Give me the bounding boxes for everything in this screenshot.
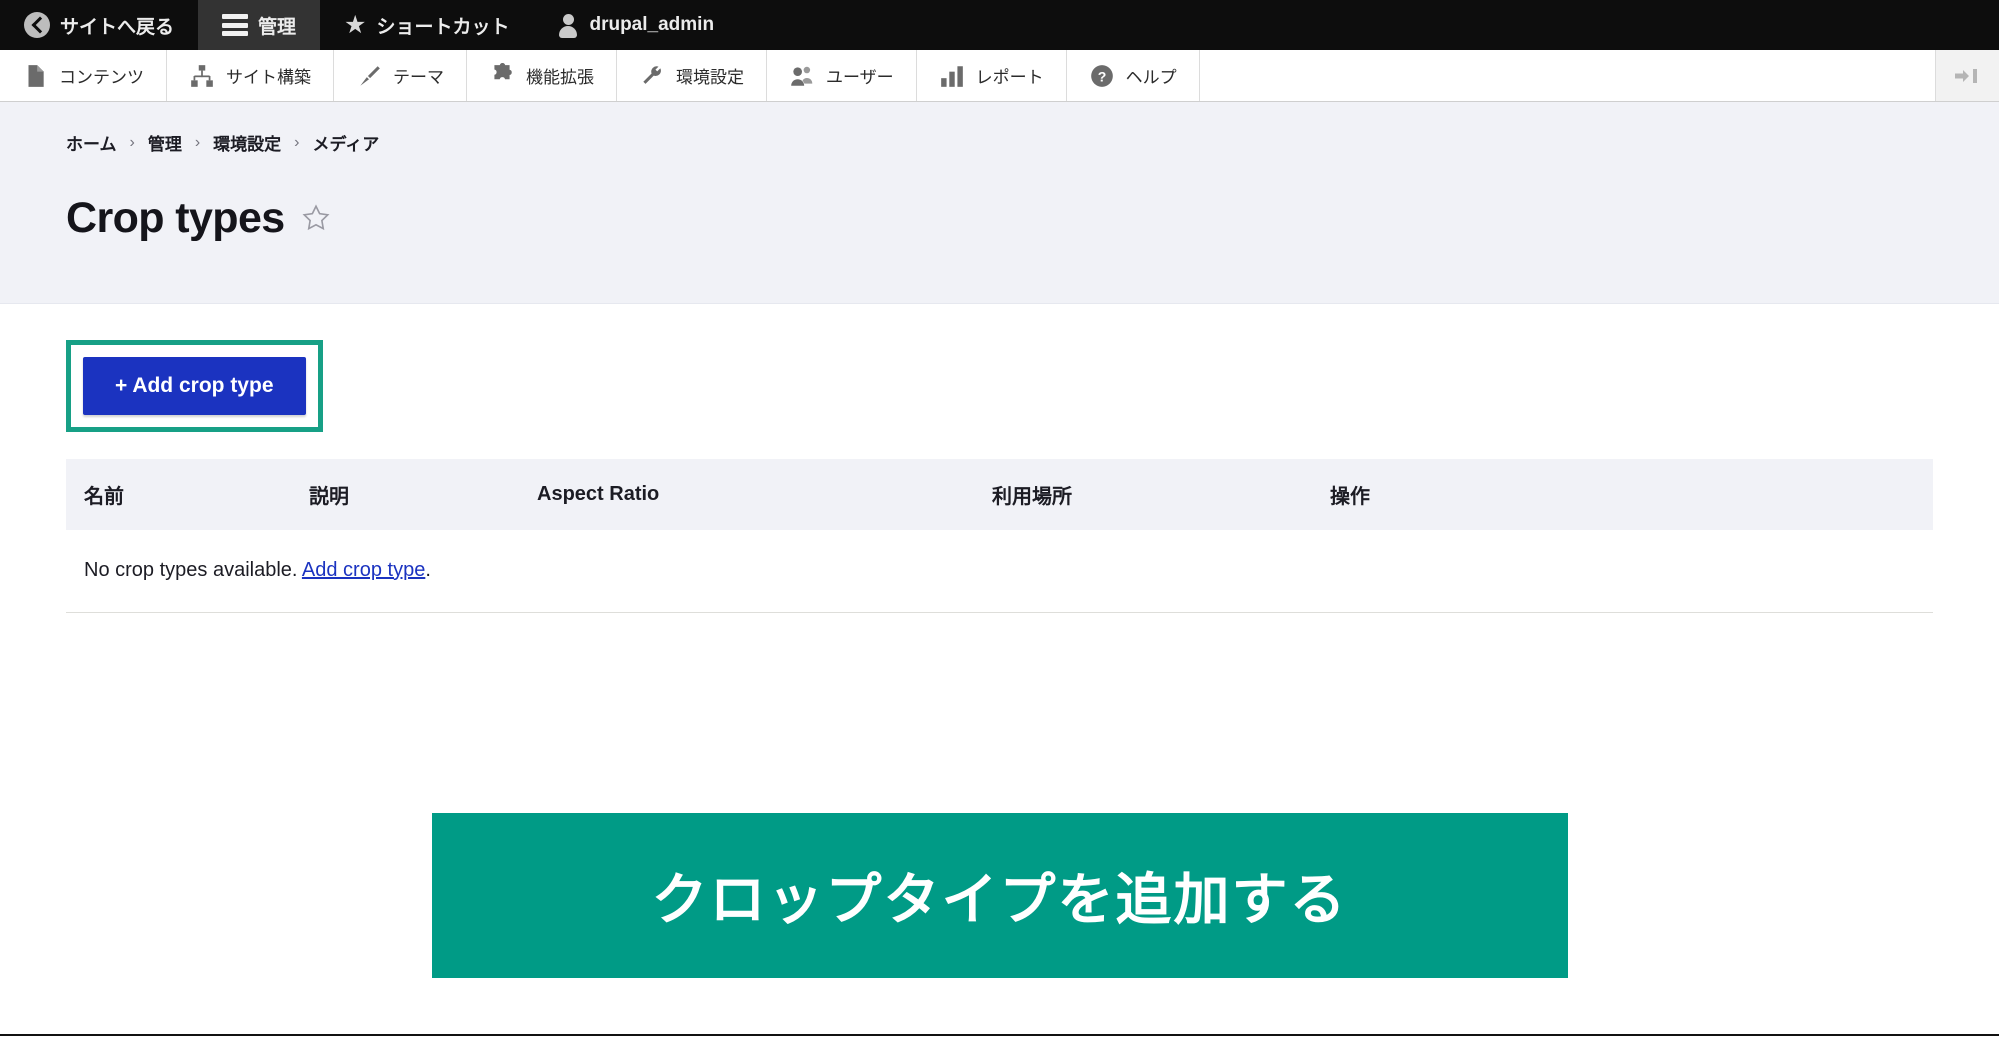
page-header: ホーム › 管理 › 環境設定 › メディア Crop types (0, 102, 1999, 304)
menu-item-label: ヘルプ (1125, 68, 1177, 87)
menu-item-label: 機能拡張 (526, 68, 594, 87)
table-header: 名前 説明 Aspect Ratio 利用場所 操作 (66, 458, 1933, 530)
menu-bar-spacer (1200, 50, 1936, 101)
breadcrumb-separator: › (129, 133, 135, 151)
user-icon (557, 13, 579, 38)
breadcrumb-separator: › (194, 133, 201, 151)
column-header-operations: 操作 (1312, 458, 1933, 530)
menu-item-help[interactable]: ? ヘルプ (1067, 50, 1200, 101)
menu-item-label: コンテンツ (59, 68, 144, 87)
admin-tab-label: drupal_admin (589, 14, 715, 35)
instruction-banner-text: クロップタイプを追加する (651, 867, 1348, 933)
admin-tab-user-account[interactable]: drupal_admin (533, 0, 738, 50)
menu-item-configuration[interactable]: 環境設定 (617, 50, 767, 101)
column-header-used-in: 利用場所 (974, 458, 1312, 530)
breadcrumb: ホーム › 管理 › 環境設定 › メディア (66, 130, 1999, 155)
star-filled-icon: ★ (344, 10, 367, 39)
people-icon (789, 63, 815, 89)
main-content: + Add crop type 名前 説明 Aspect Ratio 利用場所 … (0, 303, 1999, 978)
menu-item-label: ユーザー (826, 68, 894, 87)
breadcrumb-item-home[interactable]: ホーム (66, 130, 117, 155)
breadcrumb-item-manage[interactable]: 管理 (148, 130, 182, 155)
admin-tab-label: サイトへ戻る (60, 16, 175, 38)
puzzle-piece-icon (489, 62, 515, 89)
menu-item-label: 環境設定 (676, 68, 744, 87)
crop-types-table: 名前 説明 Aspect Ratio 利用場所 操作 No crop types… (66, 458, 1933, 613)
menu-item-label: レポート (975, 68, 1044, 87)
empty-message-text: No crop types available. (84, 558, 302, 581)
column-header-name: 名前 (66, 458, 291, 530)
breadcrumb-separator: › (294, 133, 300, 151)
table-empty-cell: No crop types available. Add crop type. (66, 529, 1933, 613)
column-header-aspect-ratio: Aspect Ratio (519, 458, 974, 530)
empty-message-add-link[interactable]: Add crop type (302, 559, 425, 581)
admin-tab-label: 管理 (258, 16, 297, 38)
column-header-description: 説明 (291, 458, 519, 530)
admin-tab-back-to-site[interactable]: サイトへ戻る (0, 0, 198, 50)
empty-message-suffix: . (425, 558, 431, 581)
wrench-icon (639, 63, 665, 89)
star-outline-icon[interactable] (301, 203, 331, 233)
page-title: Crop types (66, 193, 285, 242)
hamburger-icon (222, 14, 249, 36)
table-header-row: 名前 説明 Aspect Ratio 利用場所 操作 (66, 458, 1933, 530)
menu-item-content[interactable]: コンテンツ (0, 50, 167, 101)
footer-divider (0, 1034, 1999, 1036)
question-mark-icon: ? (1089, 63, 1115, 89)
menu-item-appearance[interactable]: テーマ (334, 50, 467, 101)
instruction-banner: クロップタイプを追加する (431, 812, 1568, 978)
admin-tab-label: ショートカット (376, 16, 510, 38)
document-icon (22, 63, 48, 89)
breadcrumb-item-media[interactable]: メディア (312, 130, 379, 155)
admin-menu-bar: コンテンツ サイト構築 テーマ 機能拡張 環境設定 ユーザー レポート ? ヘル… (0, 50, 1999, 102)
admin-tab-manage[interactable]: 管理 (198, 0, 321, 50)
breadcrumb-item-configuration[interactable]: 環境設定 (213, 130, 281, 155)
menu-item-label: テーマ (393, 68, 444, 87)
page-title-row: Crop types (66, 168, 1999, 269)
add-crop-type-highlight: + Add crop type (66, 339, 323, 432)
menu-item-extend[interactable]: 機能拡張 (467, 50, 617, 101)
sitemap-icon (189, 63, 215, 89)
table-body: No crop types available. Add crop type. (66, 529, 1933, 613)
collapse-sidebar-icon[interactable] (1936, 50, 1999, 101)
table-empty-row: No crop types available. Add crop type. (66, 529, 1933, 613)
paintbrush-icon (356, 63, 382, 89)
menu-item-structure[interactable]: サイト構築 (167, 50, 334, 101)
menu-item-label: サイト構築 (226, 68, 311, 87)
back-circle-icon (24, 12, 50, 38)
menu-item-reports[interactable]: レポート (917, 50, 1067, 101)
admin-toolbar: サイトへ戻る 管理 ★ ショートカット drupal_admin (0, 0, 1999, 50)
instruction-banner-wrap: クロップタイプを追加する (66, 812, 1933, 978)
menu-item-people[interactable]: ユーザー (767, 50, 917, 101)
admin-tab-shortcuts[interactable]: ★ ショートカット (320, 0, 533, 50)
svg-text:?: ? (1097, 68, 1106, 84)
add-crop-type-button[interactable]: + Add crop type (83, 356, 306, 415)
bar-chart-icon (939, 63, 965, 89)
